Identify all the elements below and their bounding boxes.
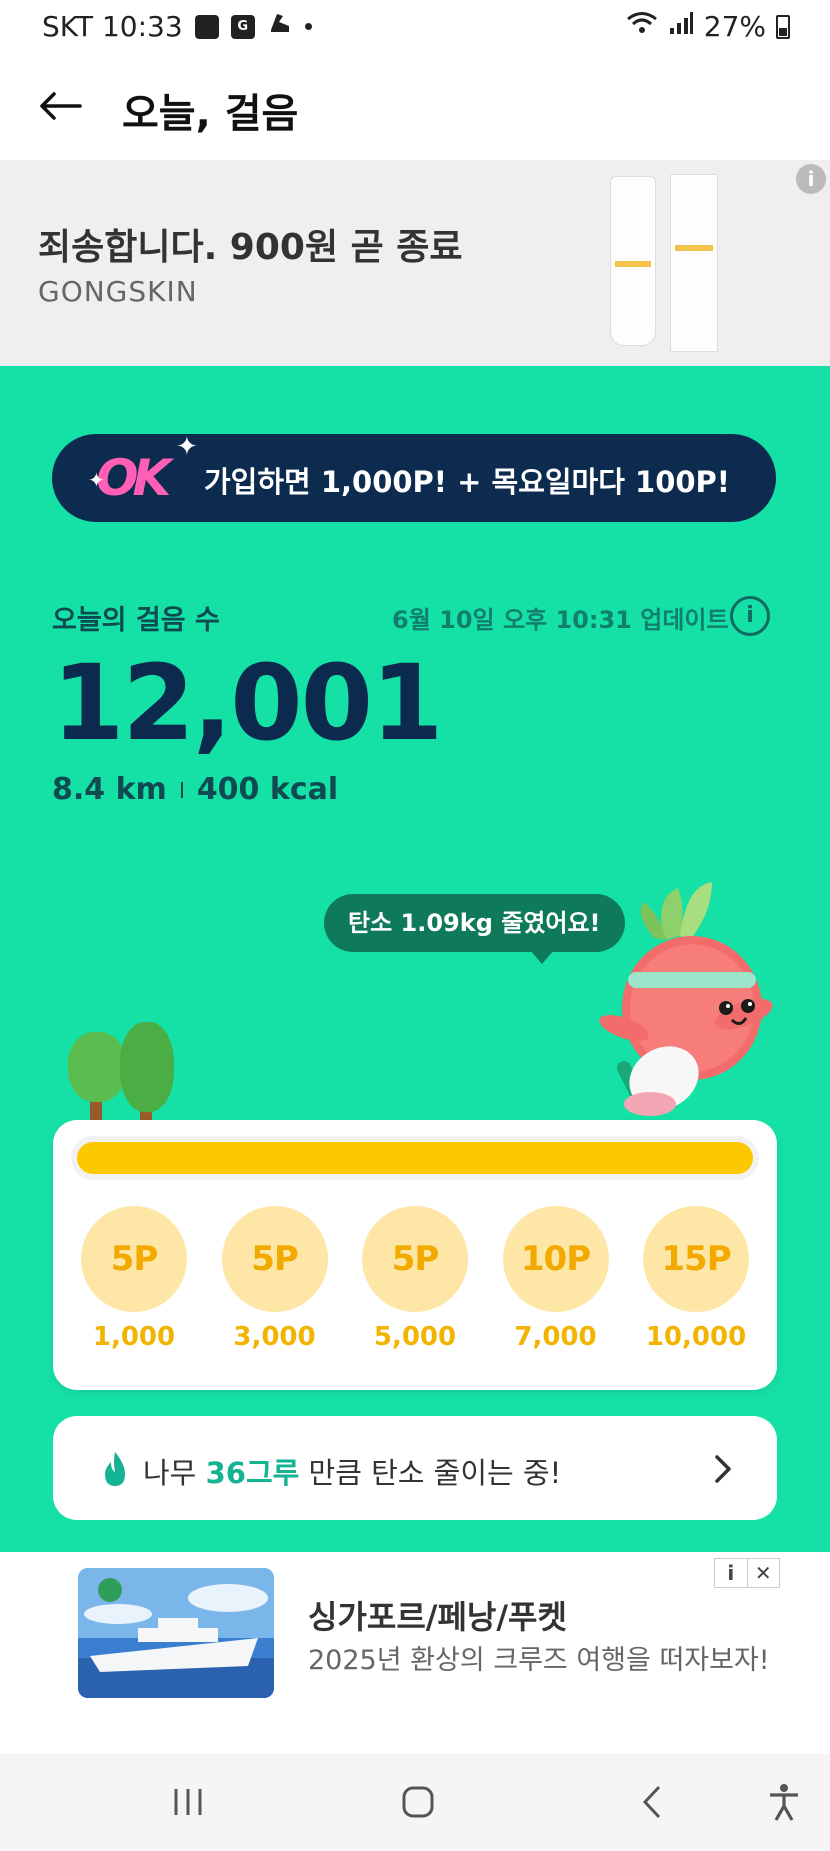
system-back-icon: [642, 1785, 661, 1819]
milestone-item: 5P 5,000: [360, 1206, 470, 1352]
ad-info-button[interactable]: i: [715, 1559, 748, 1587]
speech-bubble-tail: [530, 950, 554, 964]
milestone-steps-label: 3,000: [233, 1322, 316, 1352]
home-icon: [402, 1786, 434, 1818]
info-icon[interactable]: i: [730, 596, 770, 636]
steps-panel: OK ✦ ✦ 가입하면 1,000P! + 목요일마다 100P! 오늘의 걸음…: [0, 366, 830, 1552]
milestone-item: 15P 10,000: [641, 1206, 751, 1352]
status-left: SKT 10:33 G: [42, 10, 312, 43]
home-button[interactable]: [390, 1774, 446, 1830]
milestone-steps-label: 5,000: [373, 1322, 457, 1352]
progress-fill: [77, 1142, 753, 1174]
milestone-item: 10P 7,000: [501, 1206, 611, 1352]
carbon-speech-bubble: 탄소 1.09kg 줄였어요!: [324, 894, 625, 952]
top-ad-brand: GONGSKIN: [38, 275, 198, 308]
milestone-points-badge[interactable]: 10P: [502, 1206, 609, 1312]
accessibility-icon: [770, 1784, 798, 1821]
divider: [180, 781, 183, 798]
tree-text-prefix: 나무: [143, 1456, 206, 1490]
bottom-ad-banner[interactable]: 싱가포르/페낭/푸켓 2025년 환상의 크루즈 여행을 떠자보자! i ✕: [0, 1552, 830, 1754]
milestone-points-badge[interactable]: 5P: [362, 1206, 468, 1312]
top-ad-headline: 죄송합니다. 900원 곧 종료: [38, 227, 463, 268]
distance-calories-row: 8.4 km 400 kcal: [52, 772, 338, 807]
milestone-steps-label: 10,000: [645, 1322, 747, 1352]
battery-icon: [776, 14, 790, 39]
status-right: 27%: [626, 10, 790, 43]
tree-carbon-card[interactable]: 나무 36그루 만큼 탄소 줄이는 중!: [53, 1416, 777, 1520]
sparkle-icon: ✦: [88, 468, 105, 492]
milestone-steps-label: 7,000: [514, 1322, 597, 1352]
promo-text: 가입하면 1,000P! + 목요일마다 100P!: [204, 465, 731, 499]
shoe-icon: [267, 10, 293, 43]
ad-subtitle: 2025년 환상의 크루즈 여행을 떠자보자!: [308, 1645, 770, 1676]
calories-value: 400 kcal: [196, 772, 339, 807]
status-bar: SKT 10:33 G 27%: [0, 0, 830, 56]
product-box-image: [670, 174, 718, 352]
milestone-steps-label: 1,000: [92, 1322, 176, 1352]
tree-text-suffix: 만큼 탄소 줄이는 중!: [299, 1456, 562, 1490]
milestone-item: 5P 3,000: [220, 1206, 330, 1352]
step-count: 12,001: [52, 642, 443, 764]
page-title: 오늘, 걸음: [122, 91, 299, 137]
app-header: 오늘, 걸음: [0, 56, 830, 160]
recent-apps-icon: [174, 1789, 202, 1815]
milestone-points-badge[interactable]: 5P: [81, 1206, 187, 1312]
status-time: SKT 10:33: [42, 10, 183, 43]
ad-title: 싱가포르/페낭/푸켓: [308, 1598, 567, 1636]
recent-apps-button[interactable]: [160, 1774, 216, 1830]
top-ad-banner[interactable]: 죄송합니다. 900원 곧 종료 GONGSKIN i: [0, 160, 830, 366]
distance-value: 8.4 km: [52, 772, 167, 807]
tree-count: 36그루: [205, 1456, 300, 1490]
signal-icon: [668, 10, 694, 43]
ok-cashbag-promo-banner[interactable]: OK ✦ ✦ 가입하면 1,000P! + 목요일마다 100P!: [52, 432, 776, 522]
ad-controls: i ✕: [714, 1558, 780, 1588]
milestone-points-badge[interactable]: 5P: [221, 1206, 328, 1312]
product-tube-image: [610, 176, 656, 346]
ad-info-icon[interactable]: i: [796, 164, 826, 194]
notification-app-icon: G: [230, 14, 255, 39]
accessibility-button[interactable]: [756, 1774, 812, 1830]
battery-percent: 27%: [703, 10, 766, 43]
system-nav-bar: [0, 1754, 830, 1851]
steps-progress-card: 5P 1,000 5P 3,000 5P 5,000 10P 7,000 15P 10,000: [53, 1120, 777, 1390]
cruise-ship-image: [78, 1568, 274, 1698]
milestone-list: 5P 1,000 5P 3,000 5P 5,000 10P 7,000 15P 10,000: [79, 1206, 751, 1352]
milestone-item: 5P 1,000: [79, 1206, 189, 1352]
tree-card-text: 나무 36그루 만큼 탄소 줄이는 중!: [143, 1450, 561, 1492]
steps-label: 오늘의 걸음 수: [52, 605, 220, 636]
system-back-button[interactable]: [624, 1774, 680, 1830]
update-time: 6월 10일 오후 10:31 업데이트: [392, 606, 729, 634]
back-arrow-icon: [40, 92, 82, 120]
peach-mascot-illustration: [594, 878, 830, 1118]
chevron-right-icon[interactable]: [713, 1454, 733, 1484]
more-notifications-dot: [304, 23, 312, 30]
flame-icon: [105, 1452, 125, 1486]
calendar-icon: [194, 14, 219, 39]
wifi-icon: [626, 10, 658, 43]
back-button[interactable]: [30, 76, 90, 136]
milestone-points-badge[interactable]: 15P: [643, 1206, 749, 1312]
progress-track: [71, 1136, 759, 1180]
ad-close-button[interactable]: ✕: [748, 1559, 780, 1587]
sparkle-icon: ✦: [176, 432, 198, 462]
